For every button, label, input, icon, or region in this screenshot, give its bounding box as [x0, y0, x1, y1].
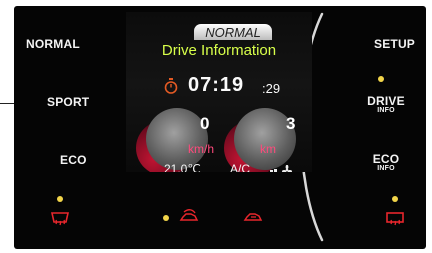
current-mode-tab: NORMAL — [194, 24, 272, 40]
rear-defrost-icon[interactable] — [50, 211, 70, 226]
eco-mode-button[interactable]: ECO — [60, 153, 87, 167]
rear-defrost-indicator — [57, 196, 63, 202]
drive-info-label: DRIVE — [367, 94, 405, 108]
bezel-line — [0, 103, 14, 104]
eco-info-button[interactable]: ECO INFO — [362, 152, 410, 172]
front-defrost-icon[interactable] — [385, 211, 405, 226]
screen-title: Drive Information — [161, 42, 277, 59]
eco-mode-label: ECO — [60, 153, 87, 167]
distance-unit: km — [260, 142, 276, 156]
current-mode-label: NORMAL — [205, 25, 261, 40]
setup-label: SETUP — [374, 37, 416, 51]
air-recirculation-icon[interactable] — [178, 209, 200, 223]
normal-mode-button[interactable]: NORMAL — [26, 37, 80, 51]
distance-value: 3 — [286, 114, 296, 133]
clock-time: 07:19 — [188, 74, 245, 96]
fresh-air-icon[interactable] — [242, 209, 264, 223]
temperature-readout: 21.0℃ — [164, 162, 201, 172]
eco-info-label: ECO — [372, 152, 400, 166]
drive-info-button[interactable]: DRIVE INFO — [362, 94, 410, 114]
display-screen: NORMAL Drive Information 07:19 :29 0 km/… — [126, 12, 312, 172]
stopwatch-icon — [164, 78, 178, 94]
speed-value: 0 — [200, 114, 210, 133]
eco-info-sub-label: INFO — [377, 165, 395, 172]
drive-info-indicator — [378, 76, 384, 82]
sport-mode-label: SPORT — [47, 95, 90, 109]
sport-mode-button[interactable]: SPORT — [47, 95, 89, 109]
clock-seconds: :29 — [262, 81, 281, 96]
speed-unit: km/h — [188, 142, 215, 156]
front-defrost-indicator — [392, 196, 398, 202]
speed-gauge — [146, 108, 208, 170]
control-panel: NORMAL SPORT ECO SETUP DRIVE INFO ECO IN… — [14, 6, 426, 249]
normal-mode-label: NORMAL — [26, 37, 80, 51]
ac-status: A/C — [230, 162, 251, 172]
drive-info-sub-label: INFO — [377, 107, 395, 114]
recirculation-indicator — [163, 215, 169, 221]
fan-icon — [270, 165, 292, 172]
setup-button[interactable]: SETUP — [374, 37, 415, 51]
